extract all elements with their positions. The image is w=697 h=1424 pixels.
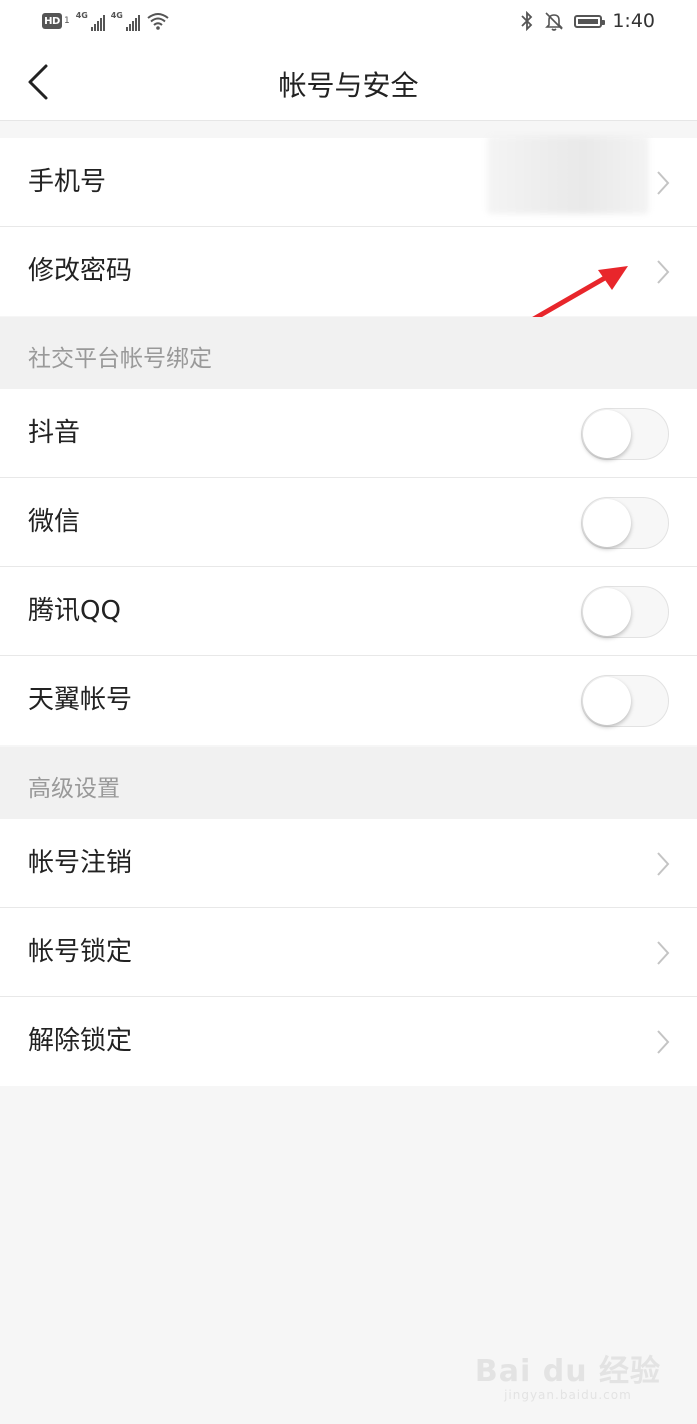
row-label: 微信 (28, 507, 81, 537)
douyin-toggle[interactable] (581, 408, 669, 460)
mute-bell-icon (545, 12, 564, 31)
battery-icon (574, 14, 606, 28)
toggle-knob (583, 588, 631, 636)
qq-row: 腾讯QQ (0, 567, 697, 656)
chevron-right-icon (657, 171, 670, 195)
signal-icon: 4G (111, 11, 140, 31)
hd-icon: HD (42, 13, 62, 29)
wifi-icon (147, 13, 169, 30)
baidu-jingyan-watermark: Bai du 经验 jingyan.baidu.com (475, 1346, 661, 1402)
row-label: 手机号 (28, 167, 107, 197)
toggle-knob (583, 499, 631, 547)
tianyi-row: 天翼帐号 (0, 656, 697, 745)
network-type-label: 4G (110, 11, 123, 20)
page-title: 帐号与安全 (278, 69, 419, 102)
watermark-main: Bai du 经验 (474, 1354, 661, 1389)
wechat-toggle[interactable] (581, 497, 669, 549)
sim-number: 1 (64, 16, 70, 26)
signal-icon: 4G (76, 11, 105, 31)
toggle-knob (583, 677, 631, 725)
row-label: 解除锁定 (28, 1026, 133, 1056)
row-label: 抖音 (28, 418, 81, 448)
chevron-right-icon (657, 941, 670, 965)
row-label: 帐号注销 (28, 848, 133, 878)
nav-bar: 帐号与安全 (0, 44, 697, 121)
row-label: 天翼帐号 (28, 685, 133, 715)
watermark-sub: jingyan.baidu.com (504, 1388, 632, 1402)
chevron-right-icon (657, 260, 670, 284)
tianyi-toggle[interactable] (581, 675, 669, 727)
row-label: 帐号锁定 (28, 937, 133, 967)
advanced-section-header: 高级设置 (0, 747, 697, 819)
row-label: 腾讯QQ (28, 596, 121, 626)
unlock-row[interactable]: 解除锁定 (0, 997, 697, 1086)
phone-number-value-blurred (487, 136, 649, 214)
bluetooth-icon (521, 11, 533, 31)
wechat-row: 微信 (0, 478, 697, 567)
toggle-knob (583, 410, 631, 458)
douyin-row: 抖音 (0, 389, 697, 478)
qq-toggle[interactable] (581, 586, 669, 638)
social-binding-group: 抖音 微信 腾讯QQ 天翼帐号 (0, 389, 697, 745)
social-section-header: 社交平台帐号绑定 (0, 317, 697, 389)
account-cancellation-row[interactable]: 帐号注销 (0, 819, 697, 908)
network-type-label: 4G (75, 11, 88, 20)
section-label: 社交平台帐号绑定 (28, 346, 212, 372)
chevron-right-icon (657, 1030, 670, 1054)
account-lock-row[interactable]: 帐号锁定 (0, 908, 697, 997)
advanced-settings-group: 帐号注销 帐号锁定 解除锁定 (0, 819, 697, 1086)
phone-number-row[interactable]: 手机号 (0, 136, 697, 227)
status-bar: HD 1 4G 4G 1:40 (0, 0, 697, 44)
chevron-right-icon (657, 852, 670, 876)
clock: 1:40 (612, 10, 655, 32)
section-label: 高级设置 (28, 776, 120, 802)
row-label: 修改密码 (28, 256, 133, 286)
